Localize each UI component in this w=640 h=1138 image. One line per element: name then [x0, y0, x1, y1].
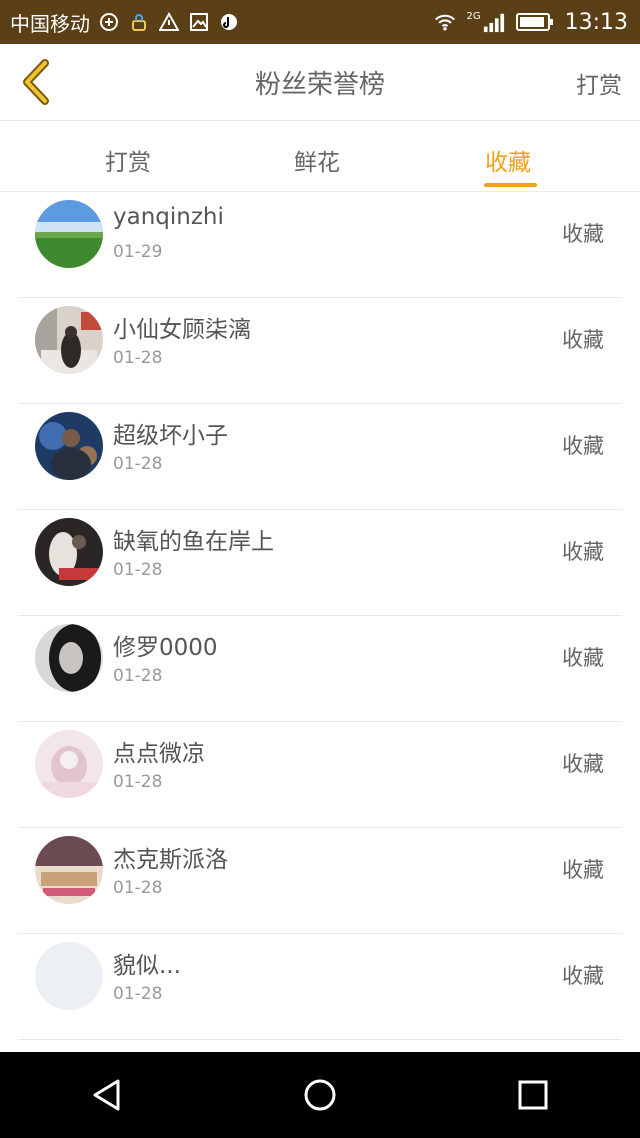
favorite-label: 收藏	[562, 434, 604, 458]
reward-button[interactable]: 打赏	[576, 66, 622, 100]
avatar	[35, 836, 103, 904]
battery-icon	[515, 11, 555, 33]
fan-list: yanqinzhi 01-29 收藏 小仙女顾柒漓 01-28 收藏 超级坏小子…	[0, 192, 640, 1052]
avatar	[35, 412, 103, 480]
user-name: yanqinzhi	[113, 204, 224, 230]
signal-icon	[483, 11, 505, 33]
carrier-name: 中国移动	[10, 11, 90, 36]
user-name: 超级坏小子	[113, 423, 228, 449]
active-tab-indicator	[484, 183, 537, 187]
list-item[interactable]: 修罗0000 01-28 收藏	[18, 616, 622, 722]
user-date: 01-28	[113, 984, 163, 1004]
nav-back-button[interactable]	[77, 1065, 137, 1125]
page-header: 粉丝荣誉榜 打赏	[0, 44, 640, 121]
favorite-label: 收藏	[562, 752, 604, 776]
user-date: 01-29	[113, 242, 163, 262]
image-icon	[188, 11, 210, 33]
list-item[interactable]: 杰克斯派洛 01-28 收藏	[18, 828, 622, 934]
user-name: 小仙女顾柒漓	[113, 317, 251, 343]
favorite-label: 收藏	[562, 646, 604, 670]
network-type: 2G	[466, 10, 481, 22]
wifi-icon	[434, 11, 456, 33]
page-title: 粉丝荣誉榜	[254, 70, 385, 100]
user-date: 01-28	[113, 878, 163, 898]
user-date: 01-28	[113, 454, 163, 474]
avatar	[35, 730, 103, 798]
user-date: 01-28	[113, 666, 163, 686]
user-name: 貌似...	[113, 953, 181, 979]
nav-recents-button[interactable]	[503, 1065, 563, 1125]
list-item[interactable]: yanqinzhi 01-29 收藏	[18, 192, 622, 298]
avatar	[35, 518, 103, 586]
user-name: 杰克斯派洛	[113, 847, 228, 873]
user-date: 01-28	[113, 772, 163, 792]
data-icon	[98, 11, 120, 33]
list-item[interactable]: 超级坏小子 01-28 收藏	[18, 404, 622, 510]
list-item[interactable]: 缺氧的鱼在岸上 01-28 收藏	[18, 510, 622, 616]
tab-favorites[interactable]: 收藏	[485, 143, 531, 177]
status-bar: 中国移动 2G 13:13	[0, 0, 640, 44]
square-recents-icon	[518, 1080, 548, 1110]
favorite-label: 收藏	[562, 858, 604, 882]
favorite-label: 收藏	[562, 328, 604, 352]
avatar	[35, 306, 103, 374]
warning-icon	[158, 11, 180, 33]
tab-reward[interactable]: 打赏	[105, 143, 151, 177]
user-date: 01-28	[113, 348, 163, 368]
user-name: 缺氧的鱼在岸上	[113, 529, 274, 555]
circle-home-icon	[304, 1079, 336, 1111]
favorite-label: 收藏	[562, 540, 604, 564]
user-name: 修罗0000	[113, 635, 218, 661]
nav-home-button[interactable]	[290, 1065, 350, 1125]
avatar	[35, 942, 103, 1010]
vpn-icon	[128, 11, 150, 33]
user-date: 01-28	[113, 560, 163, 580]
system-nav-bar	[0, 1052, 640, 1138]
tab-bar: 打赏 鲜花 收藏	[0, 121, 640, 192]
list-item[interactable]: 点点微凉 01-28 收藏	[18, 722, 622, 828]
tab-flowers[interactable]: 鲜花	[294, 143, 340, 177]
favorite-label: 收藏	[562, 222, 604, 246]
clock: 13:13	[564, 9, 628, 35]
favorite-label: 收藏	[562, 964, 604, 988]
triangle-back-icon	[93, 1079, 120, 1111]
list-item[interactable]: 小仙女顾柒漓 01-28 收藏	[18, 298, 622, 404]
avatar	[35, 624, 103, 692]
tiktok-icon	[218, 11, 240, 33]
avatar	[35, 200, 103, 268]
user-name: 点点微凉	[113, 741, 205, 767]
list-item[interactable]: 貌似... 01-28 收藏	[18, 934, 622, 1040]
